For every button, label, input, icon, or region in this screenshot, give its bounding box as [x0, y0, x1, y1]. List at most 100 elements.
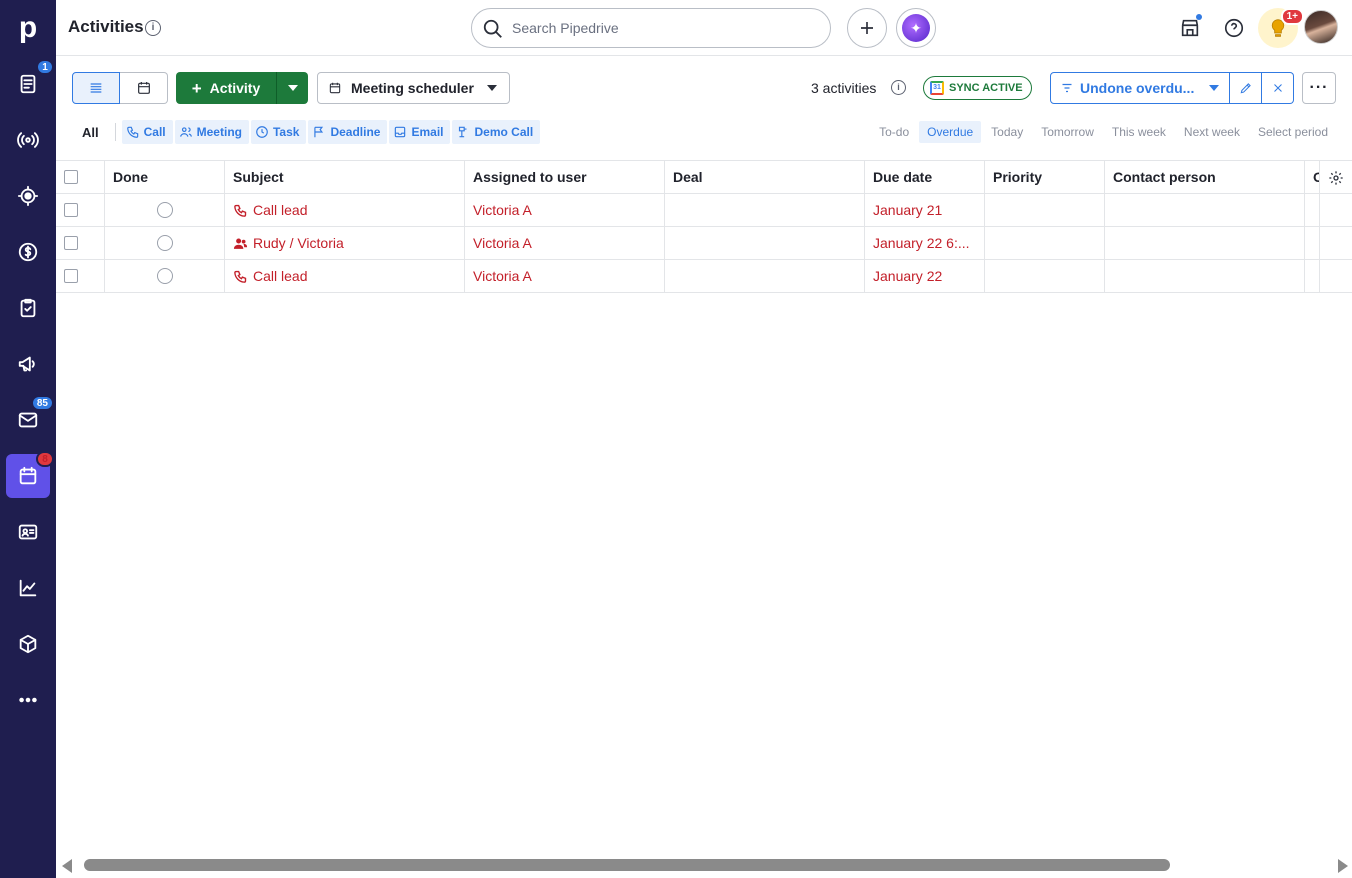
clipboard-check-icon: [20, 298, 36, 318]
row-checkbox[interactable]: [64, 269, 78, 283]
sidebar-badge: 85: [30, 395, 54, 411]
contact-cell[interactable]: [1105, 260, 1305, 292]
mark-done-toggle[interactable]: [156, 268, 173, 284]
sidebar-item-activities[interactable]: 8: [6, 451, 54, 498]
subject-cell[interactable]: Call lead: [225, 260, 465, 292]
info-icon[interactable]: i: [891, 80, 906, 95]
period-todo[interactable]: To-do: [871, 121, 917, 143]
column-header-partial[interactable]: O: [1305, 161, 1320, 193]
ai-assistant-button[interactable]: ✦: [896, 8, 936, 48]
info-icon[interactable]: i: [145, 20, 161, 36]
sidebar-item-campaigns[interactable]: [6, 118, 50, 162]
column-header-priority[interactable]: Priority: [985, 161, 1105, 193]
type-filter-email[interactable]: Email: [389, 120, 451, 144]
period-next-week[interactable]: Next week: [1176, 121, 1248, 143]
help-button[interactable]: [1220, 14, 1248, 42]
tips-button[interactable]: 1+: [1258, 8, 1304, 48]
filter-dropdown[interactable]: Undone overdu...: [1050, 72, 1230, 104]
edit-filter-button[interactable]: [1230, 72, 1262, 104]
sidebar-item-products[interactable]: [6, 622, 50, 666]
priority-cell[interactable]: [985, 194, 1105, 226]
table-row[interactable]: Call lead Victoria A January 22: [56, 260, 1352, 293]
column-header-contact[interactable]: Contact person: [1105, 161, 1305, 193]
subject-cell[interactable]: Rudy / Victoria: [225, 227, 465, 259]
search-input[interactable]: Search Pipedrive: [471, 8, 831, 48]
column-header-subject[interactable]: Subject: [225, 161, 465, 193]
due-date-cell[interactable]: January 22: [865, 260, 985, 292]
meeting-scheduler-button[interactable]: Meeting scheduler: [317, 72, 510, 104]
sidebar-item-deals[interactable]: [6, 230, 50, 274]
assigned-cell[interactable]: Victoria A: [465, 194, 665, 226]
sidebar-item-marketing[interactable]: [6, 342, 50, 386]
column-header-due-date[interactable]: Due date: [865, 161, 985, 193]
add-activity-button[interactable]: + Activity: [176, 72, 276, 104]
table-row[interactable]: Call lead Victoria A January 21: [56, 194, 1352, 227]
scroll-right-arrow-icon[interactable]: [1338, 859, 1348, 873]
subject-cell[interactable]: Call lead: [225, 194, 465, 226]
sidebar-item-tasks[interactable]: [6, 286, 50, 330]
broadcast-icon: [17, 132, 39, 148]
more-options-button[interactable]: ···: [1302, 72, 1336, 104]
period-filters: To-do Overdue Today Tomorrow This week N…: [871, 120, 1336, 144]
table-row[interactable]: Rudy / Victoria Victoria A January 22 6:…: [56, 227, 1352, 260]
mark-done-toggle[interactable]: [156, 235, 173, 251]
mark-done-toggle[interactable]: [156, 202, 173, 218]
priority-cell[interactable]: [985, 227, 1105, 259]
type-filter-deadline[interactable]: Deadline: [308, 120, 388, 144]
subject-link[interactable]: Call lead: [253, 202, 307, 218]
avatar[interactable]: [1304, 10, 1338, 44]
subject-link[interactable]: Rudy / Victoria: [253, 235, 344, 251]
due-date-cell[interactable]: January 22 6:...: [865, 227, 985, 259]
assigned-cell[interactable]: Victoria A: [465, 227, 665, 259]
sidebar-item-mail[interactable]: 85: [6, 395, 54, 442]
sidebar-item-projects[interactable]: [6, 174, 50, 218]
row-checkbox[interactable]: [64, 236, 78, 250]
column-header-deal[interactable]: Deal: [665, 161, 865, 193]
period-select[interactable]: Select period: [1250, 121, 1336, 143]
type-filter-all[interactable]: All: [72, 125, 109, 140]
assigned-cell[interactable]: Victoria A: [465, 260, 665, 292]
scroll-left-arrow-icon[interactable]: [62, 859, 72, 873]
presentation-icon: [459, 126, 467, 138]
type-filter-call[interactable]: Call: [121, 120, 173, 144]
meeting-scheduler-label: Meeting scheduler: [351, 80, 474, 96]
type-filter-demo-call[interactable]: Demo Call: [452, 120, 541, 144]
calendar-view-button[interactable]: [120, 72, 168, 104]
marketplace-button[interactable]: [1176, 14, 1204, 42]
sidebar-item-contacts[interactable]: [6, 510, 50, 554]
priority-cell[interactable]: [985, 260, 1105, 292]
due-date-cell[interactable]: January 21: [865, 194, 985, 226]
subject-link[interactable]: Call lead: [253, 268, 307, 284]
period-tomorrow[interactable]: Tomorrow: [1033, 121, 1102, 143]
list-view-button[interactable]: [72, 72, 120, 104]
contact-cell[interactable]: [1105, 227, 1305, 259]
period-overdue[interactable]: Overdue: [919, 121, 982, 143]
sync-status-badge[interactable]: 31 SYNC ACTIVE: [923, 76, 1032, 100]
column-header-done[interactable]: Done: [105, 161, 225, 193]
sidebar-item-leads[interactable]: 1: [6, 59, 54, 106]
pipedrive-logo[interactable]: p: [14, 12, 42, 44]
deal-cell[interactable]: [665, 194, 865, 226]
column-header-assigned[interactable]: Assigned to user: [465, 161, 665, 193]
gear-icon[interactable]: [1328, 170, 1344, 186]
period-this-week[interactable]: This week: [1104, 121, 1174, 143]
people-icon: [233, 238, 248, 249]
scrollbar-thumb[interactable]: [84, 859, 1170, 871]
select-all-checkbox[interactable]: [64, 170, 78, 184]
contact-cell[interactable]: [1105, 194, 1305, 226]
row-checkbox[interactable]: [64, 203, 78, 217]
megaphone-icon: [18, 356, 35, 372]
deal-cell[interactable]: [665, 227, 865, 259]
sidebar-item-insights[interactable]: [6, 566, 50, 610]
mail-icon: [18, 412, 38, 428]
type-filter-task[interactable]: Task: [250, 120, 307, 144]
horizontal-scrollbar[interactable]: [56, 854, 1352, 878]
period-today[interactable]: Today: [983, 121, 1031, 143]
sidebar-item-more[interactable]: [6, 678, 50, 722]
deal-cell[interactable]: [665, 260, 865, 292]
add-activity-dropdown[interactable]: [276, 72, 308, 104]
type-filter-meeting[interactable]: Meeting: [174, 120, 249, 144]
box-icon: [19, 634, 37, 654]
quick-add-button[interactable]: [847, 8, 887, 48]
clear-filter-button[interactable]: [1262, 72, 1294, 104]
